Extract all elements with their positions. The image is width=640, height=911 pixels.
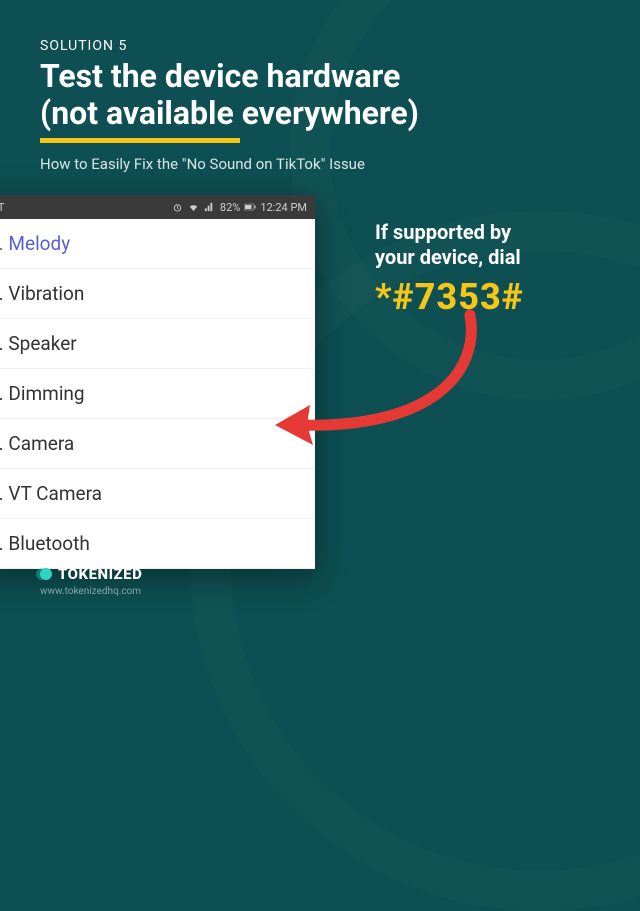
callout-block: If supported by your device, dial *#7353…: [375, 220, 605, 318]
signal-icon: [204, 201, 216, 213]
carrier-label: AT&T: [0, 201, 4, 214]
status-right: 82% 12:24 PM: [172, 201, 307, 214]
callout-line-2: your device, dial: [375, 245, 521, 269]
footer-url: www.tokenizedhq.com: [40, 586, 141, 597]
clock-time: 12:24 PM: [260, 201, 307, 214]
brand-dot-icon: [40, 568, 52, 580]
menu-item-camera[interactable]: 5. Camera: [0, 419, 315, 469]
subtitle-text: How to Easily Fix the "No Sound on TikTo…: [40, 155, 600, 173]
status-bar: AT&T 82% 12:24 PM: [0, 195, 315, 219]
battery-percent: 82%: [220, 201, 240, 214]
footer-brand-block: TOKENIZED: [40, 565, 142, 583]
callout-line-1: If supported by: [375, 220, 511, 244]
header-block: SOLUTION 5 Test the device hardware (not…: [0, 0, 640, 173]
phone-screenshot: AT&T 82% 12:24 PM 1. Melody 2. Vibration…: [0, 195, 315, 569]
callout-text: If supported by your device, dial: [375, 220, 605, 270]
battery-icon: [244, 201, 256, 213]
dial-code: *#7353#: [375, 276, 605, 318]
wifi-icon: [188, 201, 200, 213]
page-title: Test the device hardware (not available …: [40, 58, 600, 132]
hardware-test-menu: 1. Melody 2. Vibration 3. Speaker 4. Dim…: [0, 219, 315, 569]
alarm-icon: [172, 201, 184, 213]
brand-name: TOKENIZED: [58, 565, 142, 583]
title-underline: [40, 138, 240, 143]
menu-item-bluetooth[interactable]: 7. Bluetooth: [0, 519, 315, 569]
menu-item-vibration[interactable]: 2. Vibration: [0, 269, 315, 319]
eyebrow-label: SOLUTION 5: [40, 38, 600, 54]
menu-item-dimming[interactable]: 4. Dimming: [0, 369, 315, 419]
menu-item-melody[interactable]: 1. Melody: [0, 219, 315, 269]
menu-item-speaker[interactable]: 3. Speaker: [0, 319, 315, 369]
title-line-2: (not available everywhere): [40, 94, 419, 132]
menu-item-vt-camera[interactable]: 6. VT Camera: [0, 469, 315, 519]
title-line-1: Test the device hardware: [40, 57, 400, 95]
